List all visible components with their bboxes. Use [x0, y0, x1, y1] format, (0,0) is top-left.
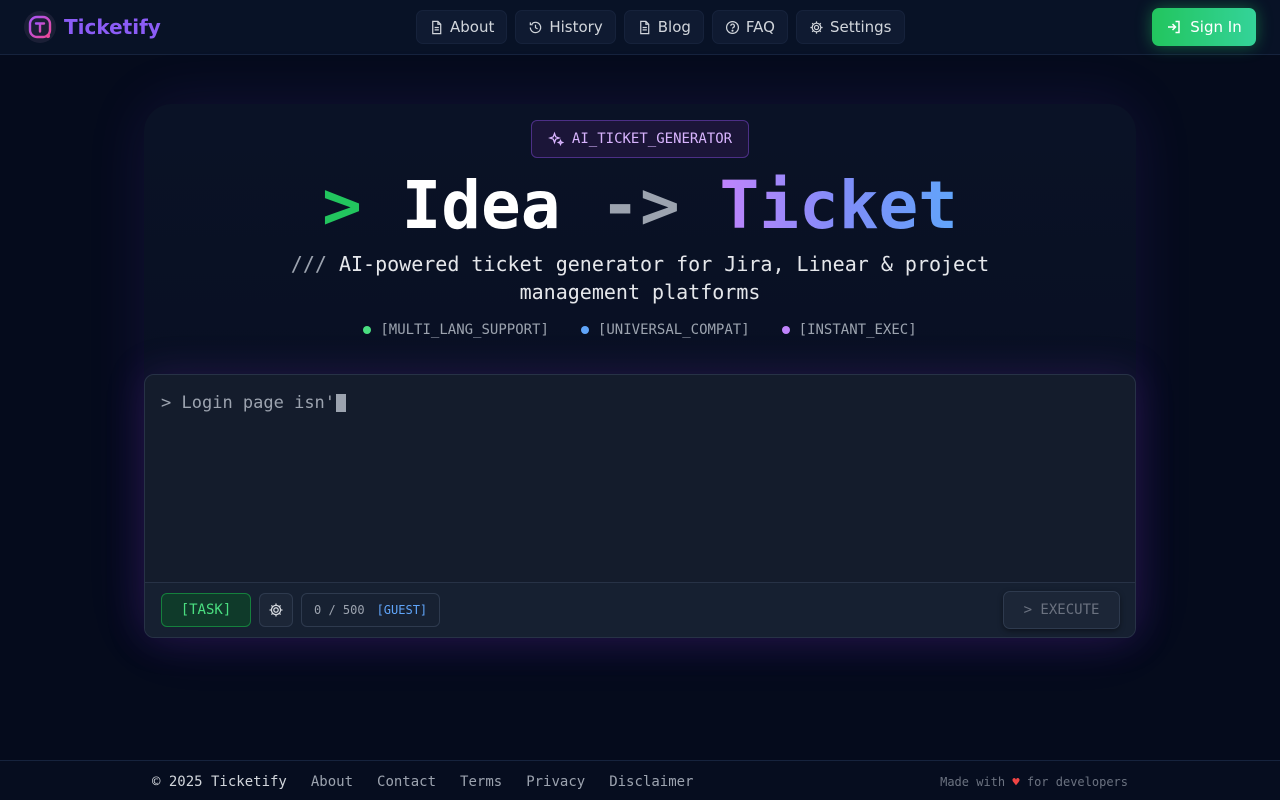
nav-about[interactable]: About: [416, 10, 508, 44]
feature-item: [UNIVERSAL_COMPAT]: [580, 322, 750, 338]
made-with-label: Made with: [940, 775, 1006, 789]
nav-settings-label: Settings: [829, 18, 892, 36]
status-dot: [580, 326, 589, 334]
footer-link-terms[interactable]: Terms: [460, 774, 502, 790]
input-value: Login page isn': [181, 393, 336, 413]
title-idea: Idea: [401, 167, 561, 244]
nav-about-label: About: [450, 18, 495, 36]
file-icon: [639, 20, 650, 34]
feature-label: [MULTI_LANG_SUPPORT]: [380, 322, 549, 338]
top-header: Ticketify About History Blog FAQ Setting…: [0, 0, 1280, 55]
hero-subtitle: /// AI-powered ticket generator for Jira…: [280, 250, 1000, 306]
input-prompt: >: [161, 393, 172, 413]
idea-input[interactable]: > Login page isn': [161, 393, 347, 413]
for-devs-label: for developers: [1026, 775, 1128, 789]
ticketify-logo-icon: [24, 11, 56, 43]
title-prompt: >: [322, 167, 362, 244]
help-icon: [725, 20, 739, 34]
subtitle-prefix: ///: [290, 252, 327, 276]
feature-label: [INSTANT_EXEC]: [798, 322, 917, 338]
nav-faq-label: FAQ: [745, 18, 775, 36]
footer-links: © 2025 Ticketify About Contact Terms Pri…: [152, 774, 694, 790]
copyright: © 2025 Ticketify: [152, 774, 287, 790]
main-nav: About History Blog FAQ Settings: [416, 10, 905, 44]
status-dot: [781, 326, 790, 334]
editor-settings-button[interactable]: [259, 593, 293, 627]
counter-value: 0 / 500: [314, 603, 365, 617]
title-arrow: ->: [600, 167, 680, 244]
nav-history-label: History: [549, 18, 603, 36]
sign-in-label: Sign In: [1190, 18, 1242, 36]
nav-faq[interactable]: FAQ: [711, 10, 788, 44]
feature-item: [MULTI_LANG_SUPPORT]: [363, 322, 549, 338]
made-with-text: Made with ♥ for developers: [940, 775, 1128, 789]
feature-list: [MULTI_LANG_SUPPORT] [UNIVERSAL_COMPAT] …: [0, 322, 1280, 338]
nav-blog[interactable]: Blog: [623, 10, 704, 44]
sparkles-icon: [548, 131, 564, 147]
editor-toolbar: [TASK] 0 / 500 [GUEST] > EXECUTE: [145, 582, 1135, 637]
text-cursor: [336, 394, 347, 412]
hero-title: > Idea -> Ticket: [0, 168, 1280, 244]
execute-button[interactable]: > EXECUTE: [1003, 591, 1120, 629]
nav-settings[interactable]: Settings: [795, 10, 905, 44]
sign-in-button[interactable]: Sign In: [1152, 8, 1256, 46]
brand-name: Ticketify: [64, 15, 161, 39]
footer-link-contact[interactable]: Contact: [377, 774, 436, 790]
history-icon: [530, 21, 542, 33]
footer: © 2025 Ticketify About Contact Terms Pri…: [0, 760, 1280, 800]
gear-icon: [810, 20, 823, 34]
footer-link-privacy[interactable]: Privacy: [526, 774, 585, 790]
title-ticket: Ticket: [719, 167, 958, 244]
footer-link-about[interactable]: About: [311, 774, 353, 790]
status-dot: [363, 326, 372, 334]
footer-link-disclaimer[interactable]: Disclaimer: [609, 774, 693, 790]
feature-label: [UNIVERSAL_COMPAT]: [597, 322, 750, 338]
idea-editor: > Login page isn' [TASK] 0 / 500 [GUEST]…: [144, 374, 1136, 638]
nav-blog-label: Blog: [657, 18, 691, 36]
sign-in-icon: [1168, 20, 1181, 34]
nav-history[interactable]: History: [515, 10, 616, 44]
badge-label: AI_TICKET_GENERATOR: [571, 131, 733, 147]
char-counter: 0 / 500 [GUEST]: [301, 593, 441, 627]
subtitle-text: AI-powered ticket generator for Jira, Li…: [338, 252, 990, 304]
heart-icon: ♥: [1012, 775, 1020, 789]
guest-badge: [GUEST]: [376, 603, 428, 617]
gear-icon: [269, 603, 283, 617]
brand-logo-link[interactable]: Ticketify: [24, 11, 161, 43]
ai-generator-badge: AI_TICKET_GENERATOR: [531, 120, 749, 158]
file-icon: [432, 20, 442, 34]
feature-item: [INSTANT_EXEC]: [781, 322, 917, 338]
task-type-button[interactable]: [TASK]: [161, 593, 251, 627]
